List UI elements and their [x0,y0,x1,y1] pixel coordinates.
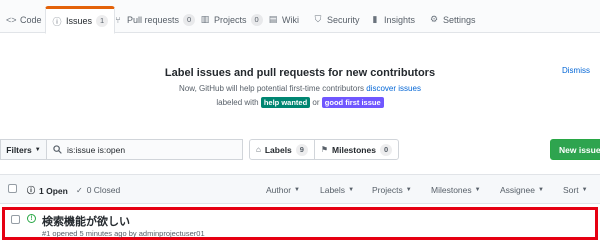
labels-counter: 9 [295,143,308,156]
repo-nav-tabs: <> Code ⓘ Issues 1 ⑂ Pull requests 0 ▥ P… [0,0,600,34]
tab-security[interactable]: ⛉ Security [313,6,360,33]
new-issue-button[interactable]: New issue [550,139,600,160]
tab-settings-label: Settings [443,14,476,25]
filters-dropdown-button[interactable]: Filters ▼ [0,139,46,160]
caret-down-icon: ▼ [474,187,481,193]
assignee-filter-label: Assignee [500,185,535,195]
dismiss-button[interactable]: Dismiss [562,66,590,75]
tab-pull-requests[interactable]: ⑂ Pull requests 0 [113,6,196,33]
open-issues-toggle[interactable]: ⓘ 1 Open [27,185,68,196]
graph-icon: ▮ [372,14,378,24]
closed-count-label: 0 Closed [86,185,121,195]
issues-counter: 1 [96,15,109,27]
tab-wiki-label: Wiki [282,14,299,25]
assignee-filter[interactable]: Assignee ▼ [500,185,544,195]
labels-button[interactable]: ⌂ Labels 9 [249,139,315,160]
projects-filter-label: Projects [372,185,403,195]
gear-icon: ⚙ [429,14,439,24]
caret-down-icon: ▼ [34,146,41,153]
check-icon: ✓ [76,185,83,195]
milestones-button-label: Milestones [332,144,376,155]
tab-code[interactable]: <> Code [6,6,42,33]
tag-icon: ⌂ [256,145,261,154]
issues-list-header: ⓘ 1 Open ✓ 0 Closed Author ▼ Labels ▼ Proj… [0,174,600,204]
projects-counter: 0 [250,13,263,26]
caret-down-icon: ▼ [294,187,300,193]
projects-filter[interactable]: Projects ▼ [372,185,412,195]
closed-issues-toggle[interactable]: ✓ 0 Closed [76,185,120,195]
project-icon: ▥ [200,14,210,24]
issue-title-link[interactable]: 検索機能が欲しい [42,213,130,229]
caret-down-icon: ▼ [581,187,588,193]
tab-insights-label: Insights [384,14,416,25]
labels-filter[interactable]: Labels ▼ [320,185,354,195]
tab-code-label: Code [20,14,42,25]
search-input[interactable] [67,144,237,155]
tab-projects[interactable]: ▥ Projects 0 [200,6,263,33]
issue-search[interactable] [46,139,243,160]
milestone-icon: ⚑ [320,145,329,154]
issue-icon: ⓘ [52,16,62,27]
milestones-filter-label: Milestones [431,185,472,195]
issue-checkbox[interactable] [11,215,20,224]
select-all-checkbox[interactable] [8,184,17,193]
milestones-counter: 0 [379,143,393,156]
caret-down-icon: ▼ [348,187,355,193]
list-item: ! 検索機能が欲しい #1 opened 5 minutes ago by ad… [2,207,598,240]
banner-description-text: Now, GitHub will help potential first-ti… [179,84,365,93]
banner-labels-line: labeled with help wanted or good first i… [0,97,600,108]
discover-issues-link[interactable]: discover issues [366,84,421,93]
banner-title: Label issues and pull requests for new c… [164,67,436,79]
code-icon: <> [6,14,17,25]
issue-opened-icon: ! [27,214,36,223]
help-wanted-label[interactable]: help wanted [260,97,311,108]
pull-request-icon: ⑂ [115,14,121,25]
tab-projects-label: Projects [214,14,247,25]
tab-issues[interactable]: ⓘ Issues 1 [45,6,116,34]
labeled-with-text: labeled with [216,98,259,107]
labels-button-label: Labels [264,144,292,155]
sort-filter[interactable]: Sort ▼ [563,185,588,195]
milestones-filter[interactable]: Milestones ▼ [431,185,481,195]
author-filter-label: Author [266,185,292,195]
caret-down-icon: ▼ [405,187,412,193]
tab-insights[interactable]: ▮ Insights [370,6,416,33]
milestones-button[interactable]: ⚑ Milestones 0 [314,139,399,160]
tab-wiki[interactable]: ▤ Wiki [268,6,299,33]
issue-meta: #1 opened 5 minutes ago by adminprojectu… [42,229,205,238]
good-first-issue-label[interactable]: good first issue [321,97,384,108]
shield-icon: ⛉ [314,14,322,24]
author-filter[interactable]: Author ▼ [266,185,300,195]
sort-filter-label: Sort [563,185,579,195]
search-icon [53,145,62,154]
book-icon: ▤ [268,14,278,24]
issue-opened-icon: ⓘ [27,186,35,195]
or-text: or [312,98,320,107]
caret-down-icon: ▼ [537,187,544,193]
tab-settings[interactable]: ⚙ Settings [429,6,476,33]
pull-requests-counter: 0 [183,13,196,26]
banner-description: Now, GitHub will help potential first-ti… [0,84,600,93]
labels-filter-label: Labels [320,185,346,195]
filters-label: Filters [6,144,32,155]
open-count-label: 1 Open [39,185,68,196]
tab-issues-label: Issues [66,16,93,26]
tab-pull-requests-label: Pull requests [127,14,180,25]
tab-security-label: Security [327,14,360,25]
